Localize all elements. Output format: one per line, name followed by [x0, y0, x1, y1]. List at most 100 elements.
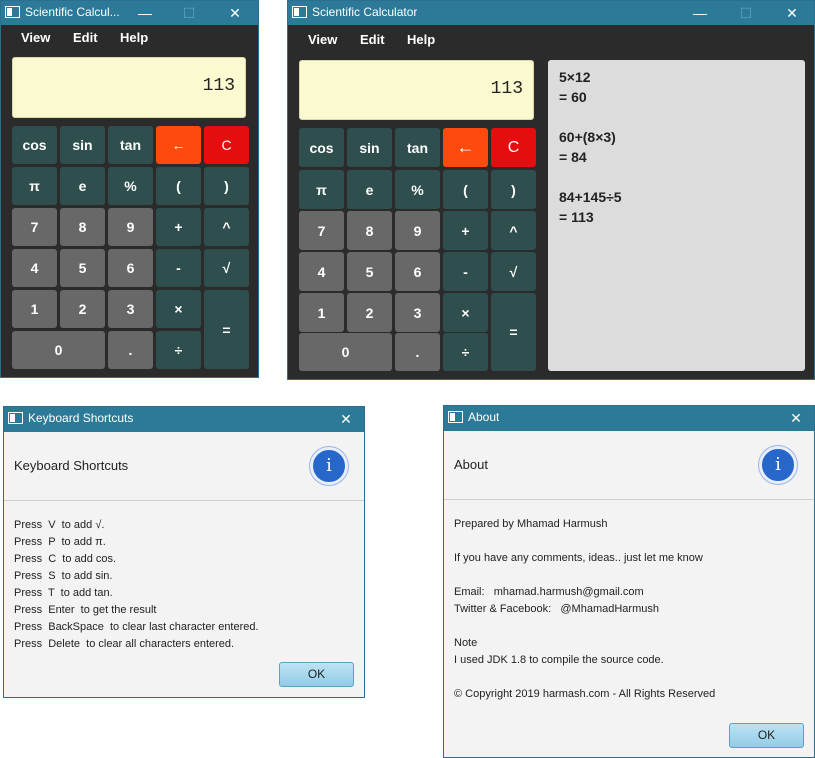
menu-edit[interactable]: Edit — [73, 30, 98, 45]
left-paren-button[interactable]: ( — [443, 170, 488, 209]
digit-7-button[interactable]: 7 — [299, 211, 344, 250]
sin-button[interactable]: sin — [347, 128, 392, 167]
app-icon — [448, 411, 463, 423]
clear-button[interactable]: C — [204, 126, 249, 164]
menu-help[interactable]: Help — [120, 30, 148, 45]
digit-5-button[interactable]: 5 — [60, 249, 105, 287]
history-line: 60+(8×3) — [559, 129, 616, 145]
backspace-button[interactable]: ← — [156, 126, 201, 164]
backspace-button[interactable]: ← — [443, 128, 488, 167]
right-paren-button[interactable]: ) — [491, 170, 536, 209]
e-button[interactable]: e — [347, 170, 392, 209]
display-value: 113 — [202, 76, 235, 96]
digit-6-button[interactable]: 6 — [395, 252, 440, 291]
digit-9-button[interactable]: 9 — [395, 211, 440, 250]
clear-button[interactable]: C — [491, 128, 536, 167]
maximize-icon[interactable]: ☐ — [724, 1, 768, 25]
right-paren-button[interactable]: ) — [204, 167, 249, 205]
sqrt-button[interactable]: √ — [204, 249, 249, 287]
menu-help[interactable]: Help — [407, 32, 435, 47]
title-bar[interactable]: Keyboard Shortcuts ✕ — [4, 407, 364, 432]
header-text: Keyboard Shortcuts — [14, 458, 129, 473]
digit-4-button[interactable]: 4 — [12, 249, 57, 287]
about-line: I used JDK 1.8 to compile the source cod… — [454, 654, 664, 666]
minimize-icon[interactable]: — — [678, 1, 722, 25]
digit-2-button[interactable]: 2 — [60, 290, 105, 328]
header-text: About — [454, 457, 488, 472]
about-line — [454, 567, 715, 584]
title-bar[interactable]: Scientific Calculator — ☐ ✕ — [288, 1, 814, 25]
shortcut-line: Press C to add cos. — [14, 553, 117, 565]
history-panel[interactable]: 5×12 = 60 60+(8×3) = 84 84+145÷5 = 113 — [548, 60, 805, 371]
title-bar[interactable]: Scientific Calcul... — ☐ ✕ — [1, 1, 258, 25]
digit-0-button[interactable]: 0 — [299, 333, 392, 371]
left-paren-button[interactable]: ( — [156, 167, 201, 205]
about-line: Prepared by Mhamad Harmush — [454, 518, 608, 530]
digit-4-button[interactable]: 4 — [299, 252, 344, 291]
ok-button[interactable]: OK — [729, 723, 804, 748]
maximize-icon[interactable]: ☐ — [167, 1, 211, 25]
plus-button[interactable]: + — [443, 211, 488, 250]
digit-1-button[interactable]: 1 — [299, 293, 344, 332]
calculator-display: 113 — [12, 57, 246, 118]
cos-button[interactable]: cos — [12, 126, 57, 164]
digit-2-button[interactable]: 2 — [347, 293, 392, 332]
percent-button[interactable]: % — [395, 170, 440, 209]
digit-6-button[interactable]: 6 — [108, 249, 153, 287]
history-line — [559, 107, 794, 127]
digit-7-button[interactable]: 7 — [12, 208, 57, 246]
equals-button[interactable]: = — [204, 290, 249, 369]
shortcut-line: Press Delete to clear all characters ent… — [14, 638, 235, 650]
digit-5-button[interactable]: 5 — [347, 252, 392, 291]
about-dialog: About ✕ About i Prepared by Mhamad Harmu… — [443, 405, 815, 758]
window-title: Scientific Calculator — [312, 5, 418, 19]
percent-button[interactable]: % — [108, 167, 153, 205]
menu-view[interactable]: View — [308, 32, 337, 47]
shortcut-line: Press S to add sin. — [14, 570, 113, 582]
about-text: Prepared by Mhamad Harmush If you have a… — [454, 516, 715, 703]
info-icon: i — [310, 447, 348, 485]
ok-button[interactable]: OK — [279, 662, 354, 687]
tan-button[interactable]: tan — [395, 128, 440, 167]
digit-8-button[interactable]: 8 — [60, 208, 105, 246]
history-line — [559, 167, 794, 187]
digit-3-button[interactable]: 3 — [395, 293, 440, 332]
close-icon[interactable]: ✕ — [213, 1, 257, 25]
minimize-icon[interactable]: — — [123, 1, 167, 25]
digit-0-button[interactable]: 0 — [12, 331, 105, 369]
shortcuts-list: Press V to add √. Press P to add π. Pres… — [14, 517, 259, 653]
multiply-button[interactable]: × — [443, 293, 488, 332]
digit-1-button[interactable]: 1 — [12, 290, 57, 328]
sin-button[interactable]: sin — [60, 126, 105, 164]
tan-button[interactable]: tan — [108, 126, 153, 164]
minus-button[interactable]: - — [443, 252, 488, 291]
e-button[interactable]: e — [60, 167, 105, 205]
multiply-button[interactable]: × — [156, 290, 201, 328]
sqrt-button[interactable]: √ — [491, 252, 536, 291]
about-line: Email: mhamad.harmush@gmail.com — [454, 586, 644, 598]
title-bar[interactable]: About ✕ — [444, 406, 814, 431]
power-button[interactable]: ^ — [204, 208, 249, 246]
power-button[interactable]: ^ — [491, 211, 536, 250]
digit-3-button[interactable]: 3 — [108, 290, 153, 328]
equals-button[interactable]: = — [491, 293, 536, 371]
pi-button[interactable]: π — [299, 170, 344, 209]
digit-9-button[interactable]: 9 — [108, 208, 153, 246]
pi-button[interactable]: π — [12, 167, 57, 205]
calculator-display: 113 — [299, 60, 534, 120]
about-line: Twitter & Facebook: @MhamadHarmush — [454, 603, 659, 615]
digit-8-button[interactable]: 8 — [347, 211, 392, 250]
plus-button[interactable]: + — [156, 208, 201, 246]
minus-button[interactable]: - — [156, 249, 201, 287]
menu-edit[interactable]: Edit — [360, 32, 385, 47]
decimal-button[interactable]: . — [108, 331, 153, 369]
cos-button[interactable]: cos — [299, 128, 344, 167]
divide-button[interactable]: ÷ — [156, 331, 201, 369]
menu-view[interactable]: View — [21, 30, 50, 45]
info-icon: i — [759, 446, 797, 484]
divide-button[interactable]: ÷ — [443, 333, 488, 371]
close-icon[interactable]: ✕ — [326, 407, 366, 431]
close-icon[interactable]: ✕ — [776, 406, 815, 430]
decimal-button[interactable]: . — [395, 333, 440, 371]
close-icon[interactable]: ✕ — [770, 1, 814, 25]
